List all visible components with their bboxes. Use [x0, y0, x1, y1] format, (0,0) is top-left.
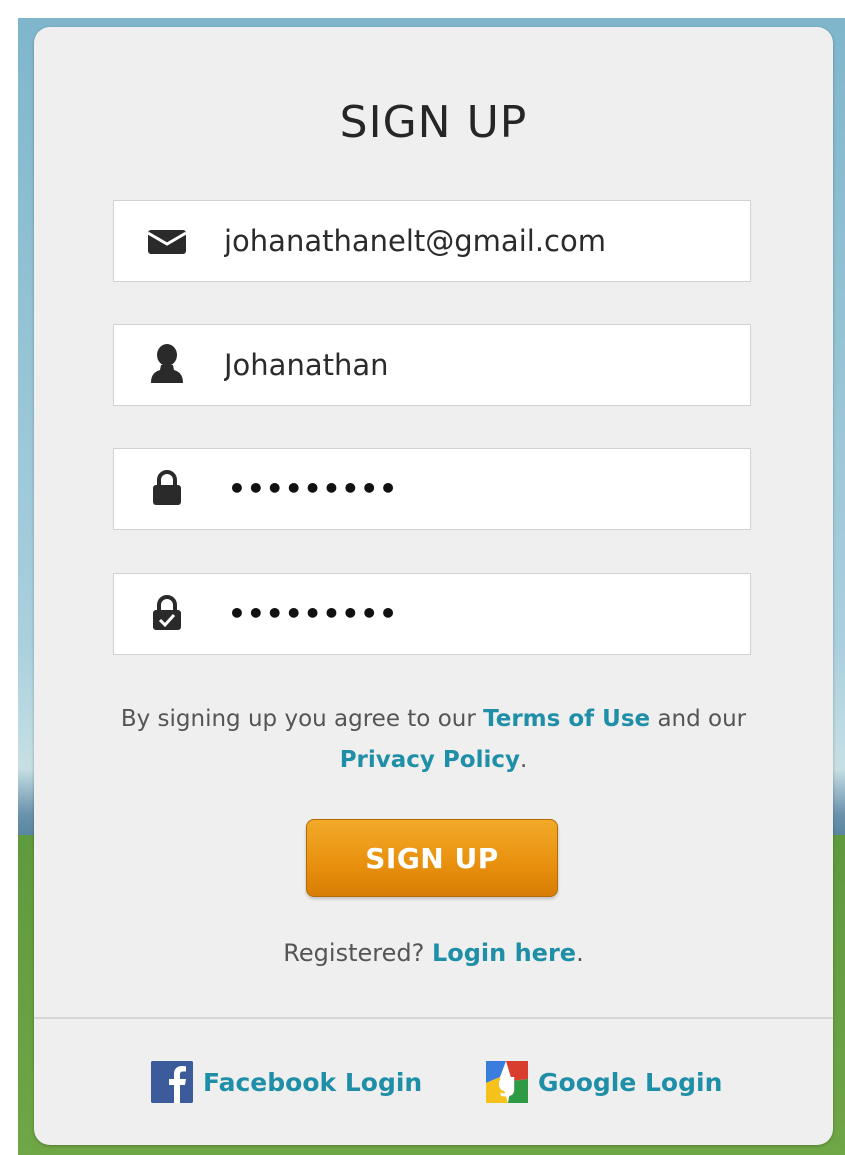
- facebook-login-label: Facebook Login: [203, 1067, 423, 1097]
- confirm-password-input[interactable]: •••••••••: [228, 574, 398, 654]
- divider: [34, 1017, 833, 1019]
- password-field-box[interactable]: •••••••••: [113, 448, 751, 530]
- login-suffix: .: [576, 939, 584, 967]
- terms-of-use-link[interactable]: Terms of Use: [483, 706, 650, 732]
- sign-up-button[interactable]: SIGN UP: [306, 819, 558, 897]
- privacy-policy-link[interactable]: Privacy Policy: [340, 747, 520, 773]
- lock-icon: [146, 470, 188, 506]
- login-prompt: Registered? Login here.: [34, 939, 833, 967]
- terms-suffix: .: [519, 747, 528, 773]
- email-field-box[interactable]: [113, 200, 751, 282]
- username-input[interactable]: [224, 325, 724, 405]
- terms-prefix: By signing up you agree to our: [120, 706, 484, 732]
- email-input[interactable]: [224, 201, 724, 281]
- google-login-label: Google Login: [538, 1067, 723, 1097]
- terms-middle: and our: [650, 706, 747, 732]
- signup-card: SIGN UP •••••••••: [34, 27, 833, 1145]
- username-field-box[interactable]: [113, 324, 751, 406]
- facebook-icon: [151, 1061, 193, 1103]
- password-input[interactable]: •••••••••: [228, 449, 398, 529]
- google-icon: g: [486, 1061, 528, 1103]
- facebook-login-button[interactable]: Facebook Login: [151, 1061, 422, 1103]
- svg-text:g: g: [498, 1068, 517, 1098]
- page-title: SIGN UP: [339, 97, 528, 148]
- google-login-button[interactable]: g Google Login: [486, 1061, 722, 1103]
- envelope-icon: [146, 226, 188, 258]
- lock-check-icon: [146, 595, 188, 631]
- user-icon: [146, 344, 188, 383]
- confirm-password-field-box[interactable]: •••••••••: [113, 573, 751, 655]
- login-here-link[interactable]: Login here: [432, 939, 576, 967]
- terms-text: By signing up you agree to our Terms of …: [94, 699, 773, 781]
- login-prefix: Registered?: [283, 939, 432, 967]
